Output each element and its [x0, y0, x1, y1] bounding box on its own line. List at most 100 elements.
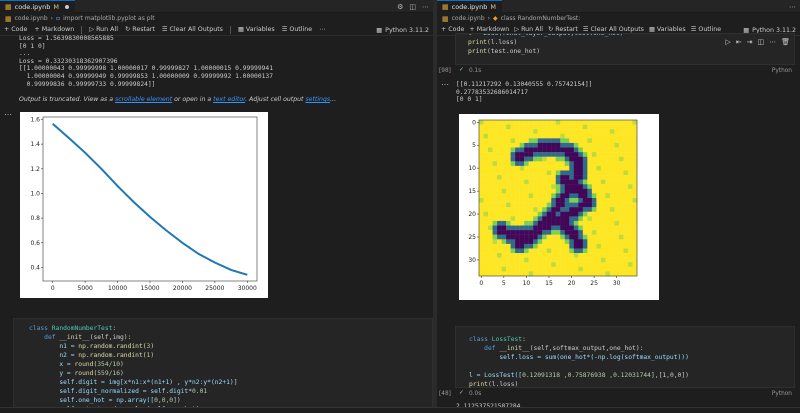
code-line[interactable]: l = LossTest([0.12091318 ,0.75876938 ,0.…	[469, 371, 689, 380]
heatmap-cell	[537, 230, 543, 235]
code-line[interactable]: def __init__(self,img):	[29, 333, 238, 342]
breadcrumb-file[interactable]: code.ipynb	[452, 15, 485, 22]
run-by-line-icon[interactable]: ▷	[725, 38, 730, 46]
code-cell-loss-test[interactable]: class LossTest: def __init__(self,softma…	[455, 326, 795, 388]
variables-button[interactable]: ▦ Variables	[238, 26, 275, 33]
code-line[interactable]: self.digit_normalized = self.digit*0.01	[29, 387, 238, 396]
heatmap-cell	[632, 234, 638, 240]
language-label[interactable]: Python	[772, 68, 792, 74]
more-icon[interactable]: ⋯	[422, 3, 429, 11]
heatmap-cell	[479, 175, 484, 180]
add-code-button[interactable]: + Code	[441, 26, 464, 33]
heatmap-cell	[587, 239, 593, 245]
heatmap-cell	[555, 170, 561, 176]
restart-button[interactable]: ↻ Restart	[125, 26, 155, 33]
breadcrumb-file[interactable]: code.ipynb	[15, 15, 48, 22]
code-line[interactable]: print(l.loss)	[468, 38, 623, 47]
variables-button[interactable]: ▦ Variables	[649, 26, 686, 33]
heatmap-cell	[510, 230, 516, 235]
heatmap-cell	[528, 156, 534, 162]
code-line[interactable]	[469, 362, 689, 371]
breadcrumb-cell[interactable]: class RandomNumberTest:	[501, 15, 581, 22]
code-line[interactable]: y = round(559/16)	[29, 369, 238, 378]
execute-above-icon[interactable]: ⇤	[736, 38, 742, 46]
gear-icon[interactable]: ⚙	[397, 3, 403, 11]
heatmap-cell	[492, 207, 498, 212]
heatmap-cell	[533, 198, 538, 203]
add-code-button[interactable]: + Code	[4, 26, 27, 33]
heatmap-cell	[510, 271, 516, 277]
code-line[interactable]: n1 = np.random.randint(3)	[29, 342, 238, 351]
outline-button[interactable]: ☰ Outline	[691, 26, 721, 33]
code-line[interactable]: print(l.loss)	[469, 380, 689, 389]
code-line[interactable]: self.loss = sum(one_hot*(-np.log(softmax…	[469, 353, 689, 362]
code-editor[interactable]: class RandomNumberTest: def __init__(sel…	[29, 324, 238, 413]
code-line[interactable]: x = round(354/10)	[29, 360, 238, 369]
code-line[interactable]: class LossTest:	[469, 335, 689, 344]
code-line[interactable]: print(test.one_hot)	[468, 47, 623, 56]
outline-button[interactable]: ☰ Outline	[282, 26, 312, 33]
code-cell-random-number-test[interactable]: class RandomNumberTest: def __init__(sel…	[13, 318, 433, 413]
heatmap-cell	[600, 161, 606, 167]
code-line[interactable]: n2 = np.random.randint(1)	[29, 351, 238, 360]
heatmap-cell	[546, 175, 552, 180]
heatmap-cell	[492, 175, 498, 180]
code-editor[interactable]: class LossTest: def __init__(self,softma…	[469, 335, 689, 389]
heatmap-cell	[560, 138, 565, 144]
tab-code-ipynb[interactable]: ▦ code.ipynb M	[0, 0, 76, 13]
split-editor-icon[interactable]: ◫	[409, 3, 416, 11]
heatmap-cell	[578, 193, 584, 199]
text-editor-link[interactable]: text editor	[213, 96, 245, 103]
breadcrumb-cell[interactable]: import matplotlib.pyplot as plt	[63, 15, 154, 22]
heatmap-cell	[632, 271, 638, 277]
code-token: )	[150, 352, 155, 359]
add-markdown-button[interactable]: + Markdown	[34, 26, 74, 33]
heatmap-cell	[524, 188, 529, 194]
heatmap-cell	[627, 271, 633, 277]
more-icon[interactable]: ⋯	[769, 38, 776, 46]
heatmap-cell	[573, 225, 579, 231]
more-icon[interactable]: ⋯	[789, 3, 796, 11]
split-cell-icon[interactable]: ◫	[757, 38, 764, 46]
heatmap-cell	[560, 161, 565, 167]
loss-line-chart: 0 5000 10000 15000 20000 25000 30000 0.4 0.6 0.8 1…	[20, 112, 268, 298]
code-line[interactable]: def __init__(self,softmax_output,one_hot…	[469, 344, 689, 353]
heatmap-cell	[569, 271, 574, 277]
tab-code-ipynb[interactable]: ▦ code.ipynb M	[437, 0, 503, 13]
x-tick-label: 30	[613, 280, 621, 287]
heatmap-cell	[510, 225, 516, 231]
code-editor[interactable]: l = Loss(final_layer_output,test.one_hot…	[468, 34, 623, 56]
code-line[interactable]: self.one_hot = np.array([0,0,0])	[29, 396, 238, 405]
code-line[interactable]: self.digit = img[x*n1:x*(n1+1) , y*n2:y*…	[29, 378, 237, 387]
run-all-button[interactable]: ▷ Run All	[514, 26, 543, 33]
code-line[interactable]: class RandomNumberTest:	[29, 324, 238, 333]
heatmap-cell	[488, 211, 493, 217]
language-label[interactable]: Python	[772, 391, 792, 397]
heatmap-cell	[506, 120, 511, 125]
code-cell-loss-print[interactable]: l = Loss(final_layer_output,test.one_hot…	[455, 33, 795, 65]
heatmap-cell	[524, 207, 529, 212]
run-all-button[interactable]: ▷ Run All	[89, 26, 118, 33]
output-more-icon[interactable]: ⋯	[441, 80, 449, 89]
heatmap-cell	[627, 188, 633, 194]
clear-outputs-button[interactable]: ☰ Clear All Outputs	[162, 26, 223, 33]
delete-icon[interactable]: 🗑	[781, 38, 790, 46]
heatmap-cell	[542, 138, 547, 144]
restart-button[interactable]: ↻ Restart	[548, 26, 578, 33]
heatmap-cell	[582, 152, 588, 157]
heatmap-cell	[564, 211, 570, 217]
heatmap-cell	[483, 133, 489, 139]
output-more-icon[interactable]: ⋯	[4, 110, 12, 119]
execute-below-icon[interactable]: ⇥	[747, 38, 753, 46]
heatmap-cell	[560, 184, 565, 190]
more-icon[interactable]: ⋯	[319, 26, 325, 33]
heatmap-cell	[551, 253, 556, 258]
heatmap-cell	[537, 202, 543, 208]
scrollable-element-link[interactable]: scrollable element	[115, 96, 172, 103]
settings-link[interactable]: settings	[305, 96, 330, 103]
kernel-picker[interactable]: ▦ Python 3.11.2	[376, 24, 429, 36]
add-markdown-button[interactable]: + Markdown	[469, 26, 509, 33]
clear-outputs-button[interactable]: ☰ Clear All Outputs	[583, 26, 644, 33]
heatmap-cell	[573, 120, 579, 125]
heatmap-cell	[578, 257, 584, 263]
